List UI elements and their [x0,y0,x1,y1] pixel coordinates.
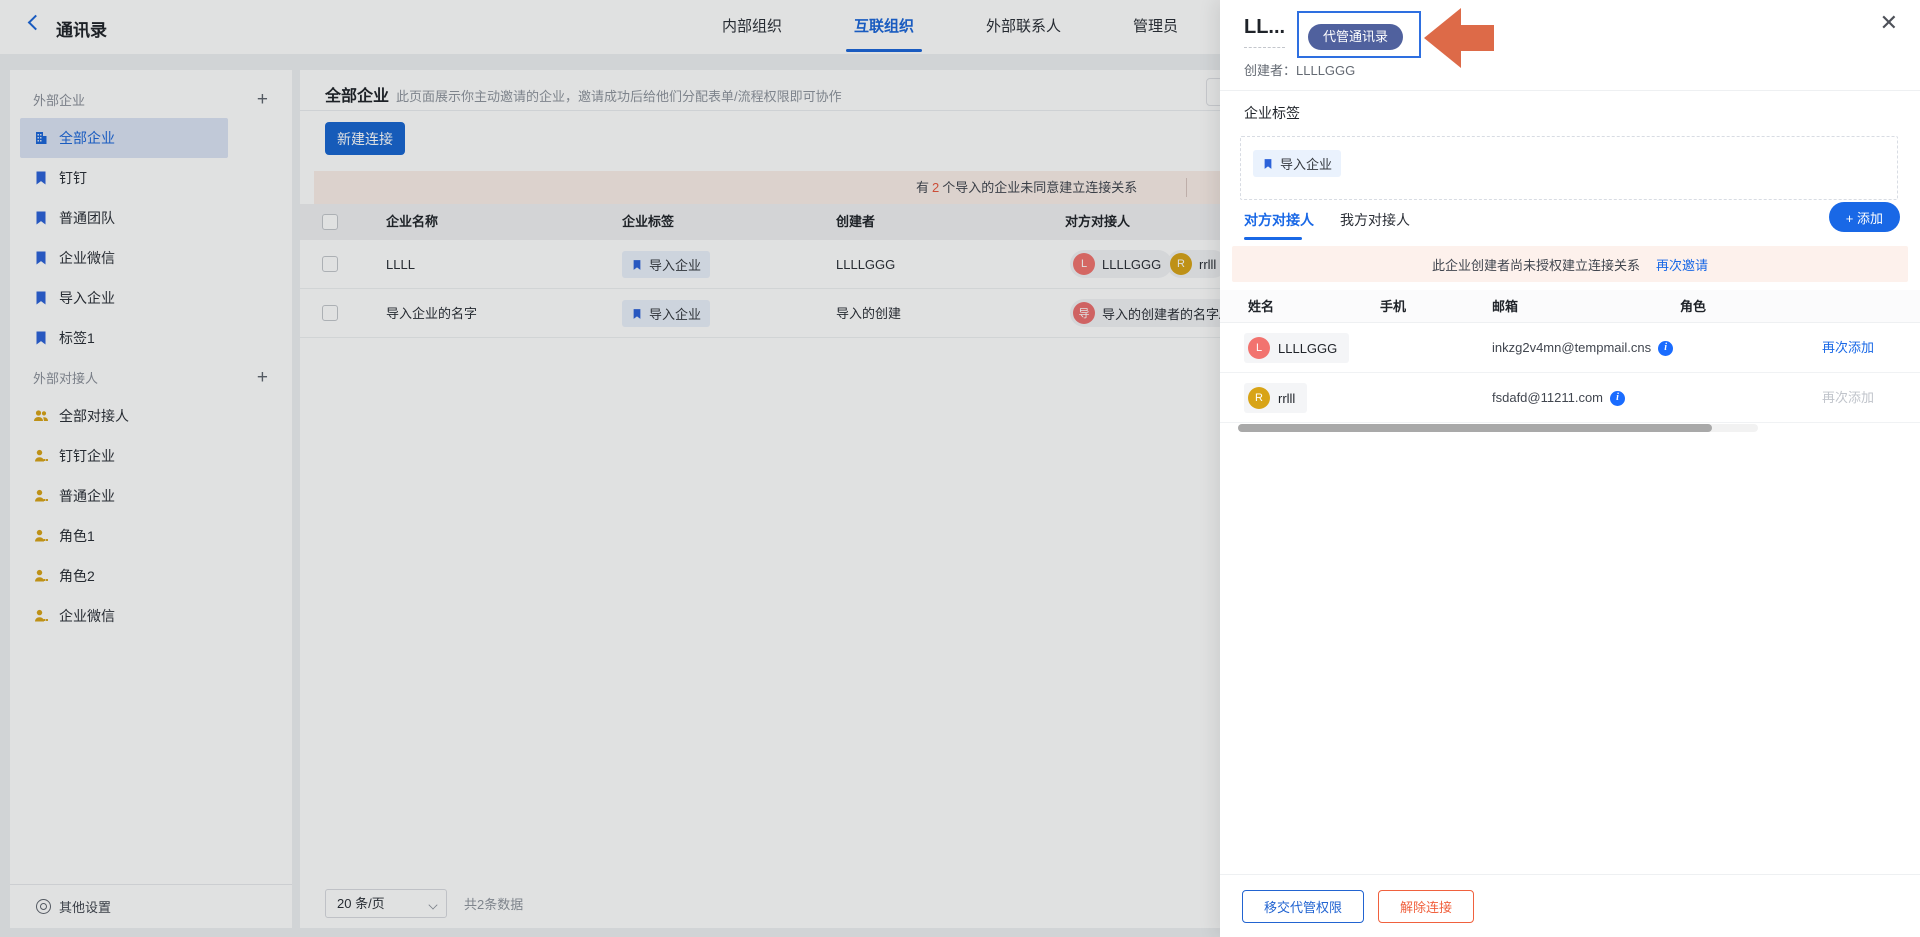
contact-name: LLLLGGG [1278,341,1337,356]
enterprise-tag-label: 企业标签 [1244,103,1300,123]
screen: 通讯录 内部组织 互联组织 外部联系人 管理员 外部企业 + 全部企业 钉钉 [0,0,1920,937]
contact-name: rrlll [1278,391,1295,406]
contact-row: R rrlll fsdafd@11211.com i 再次添加 [1220,373,1920,423]
contact-row: L LLLLGGG inkzg2v4mn@tempmail.cns i 再次添加 [1220,323,1920,373]
col-name: 姓名 [1248,290,1274,323]
drawer-creator: 创建者：LLLLGGG [1244,60,1355,79]
horizontal-scrollbar-thumb[interactable] [1238,424,1712,432]
disconnect-button[interactable]: 解除连接 [1378,890,1474,923]
active-tab-underline [1244,237,1302,240]
transfer-managed-rights-button[interactable]: 移交代管权限 [1242,890,1364,923]
notice-text: 此企业创建者尚未授权建立连接关系 [1432,255,1640,274]
col-phone: 手机 [1380,290,1406,323]
tag-label: 导入企业 [1280,154,1332,173]
re-add-link[interactable]: 再次添加 [1822,323,1874,373]
email-text: fsdafd@11211.com [1492,373,1603,423]
contact-email: fsdafd@11211.com i [1492,373,1625,423]
col-role: 角色 [1680,290,1706,323]
add-contact-button[interactable]: + 添加 [1829,202,1900,232]
close-icon[interactable]: ✕ [1880,12,1898,34]
avatar: R [1248,387,1270,409]
authorization-notice: 此企业创建者尚未授权建立连接关系 再次邀请 [1232,246,1908,282]
contact-name-chip: L LLLLGGG [1244,333,1349,363]
drawer-footer-divider [1220,874,1920,875]
email-text: inkzg2v4mn@tempmail.cns [1492,323,1651,373]
enterprise-detail-drawer: LL... 代管通讯录 ✕ 创建者：LLLLGGG 企业标签 导入企业 对方对接… [1220,0,1920,937]
bookmark-icon [1262,158,1274,170]
enterprise-tag-box[interactable]: 导入企业 [1240,136,1898,200]
managed-contacts-badge: 代管通讯录 [1308,24,1403,50]
contact-table-header: 姓名 手机 邮箱 角色 [1220,290,1920,323]
info-icon[interactable]: i [1610,391,1625,406]
drawer-header-divider [1220,90,1920,91]
contact-email: inkzg2v4mn@tempmail.cns i [1492,323,1673,373]
info-icon[interactable]: i [1658,341,1673,356]
contact-name-chip: R rrlll [1244,383,1307,413]
tab-our-contacts[interactable]: 我方对接人 [1340,210,1410,230]
drawer-title: LL... [1244,16,1285,48]
tab-counterpart-contacts[interactable]: 对方对接人 [1244,210,1314,230]
re-add-link-disabled: 再次添加 [1822,373,1874,423]
enterprise-tag-chip: 导入企业 [1253,150,1341,177]
horizontal-scrollbar-track[interactable] [1238,424,1758,432]
avatar: L [1248,337,1270,359]
col-email: 邮箱 [1492,290,1518,323]
re-invite-link[interactable]: 再次邀请 [1656,255,1708,274]
